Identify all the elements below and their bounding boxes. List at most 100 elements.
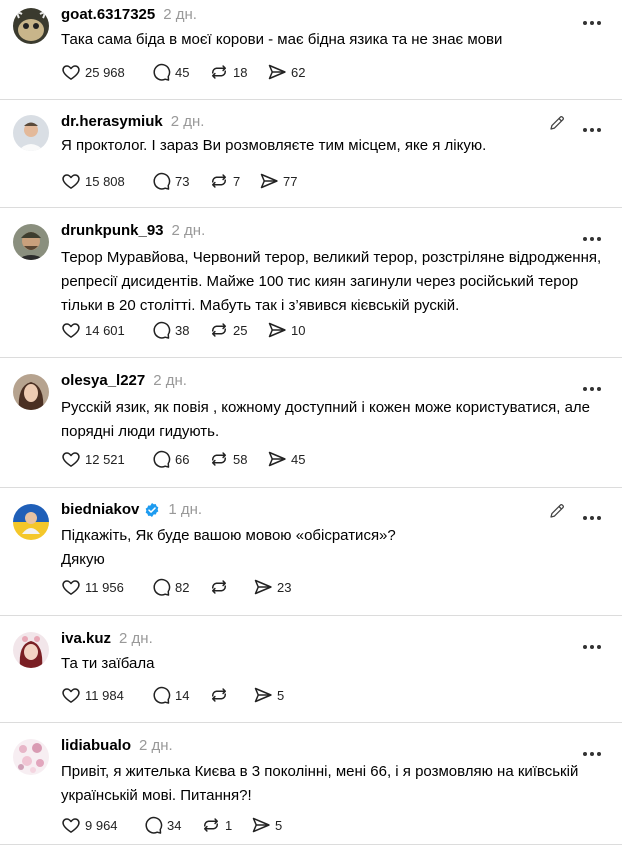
like-button[interactable]: 9 964 (61, 815, 143, 835)
edit-pencil-icon[interactable] (548, 502, 566, 525)
comment-icon (151, 685, 171, 705)
post-actions: 9 964 34 1 5 (61, 815, 301, 835)
username-link[interactable]: olesya_l227 (61, 372, 145, 389)
share-button[interactable]: 77 (259, 171, 317, 191)
username-link[interactable]: dr.herasymiuk (61, 113, 163, 130)
reply-post[interactable]: goat.6317325 2 дн. Така сама біда в моєї к… (0, 0, 622, 100)
share-button[interactable]: 62 (267, 62, 325, 82)
comment-icon (151, 577, 171, 597)
like-button[interactable]: 15 808 (61, 171, 151, 191)
post-timestamp[interactable]: 2 дн. (163, 6, 197, 23)
reply-button[interactable]: 73 (151, 171, 209, 191)
username-link[interactable]: goat.6317325 (61, 6, 155, 23)
share-count: 62 (291, 64, 306, 80)
send-icon (251, 815, 271, 835)
repost-icon (209, 449, 229, 469)
repost-button[interactable] (209, 577, 253, 597)
avatar[interactable] (13, 115, 49, 151)
post-timestamp[interactable]: 2 дн. (172, 222, 206, 239)
reply-button[interactable]: 38 (151, 320, 209, 340)
avatar[interactable] (13, 739, 49, 775)
username-link[interactable]: iva.kuz (61, 630, 111, 647)
reply-button[interactable]: 66 (151, 449, 209, 469)
reply-button[interactable]: 34 (143, 815, 201, 835)
reply-button[interactable]: 82 (151, 577, 209, 597)
reply-post[interactable]: iva.kuz 2 дн. Та ти заїбала 11 984 14 5 (0, 616, 622, 723)
share-count: 5 (277, 687, 285, 703)
send-icon (253, 577, 273, 597)
repost-button[interactable]: 18 (209, 62, 267, 82)
comment-icon (151, 171, 171, 191)
repost-icon (209, 62, 229, 82)
avatar[interactable] (13, 632, 49, 668)
post-actions: 11 956 82 23 (61, 577, 311, 597)
repost-button[interactable]: 58 (209, 449, 267, 469)
share-button[interactable]: 5 (251, 815, 301, 835)
repost-count: 25 (233, 322, 248, 338)
share-button[interactable]: 45 (267, 449, 325, 469)
like-count: 11 984 (85, 687, 124, 703)
avatar[interactable] (13, 374, 49, 410)
post-header: iva.kuz 2 дн. (61, 630, 153, 647)
reply-post[interactable]: drunkpunk_93 2 дн. Терор Муравйова, Червон… (0, 208, 622, 358)
avatar[interactable] (13, 504, 49, 540)
post-timestamp[interactable]: 2 дн. (139, 737, 173, 754)
post-timestamp[interactable]: 2 дн. (171, 113, 205, 130)
reply-post[interactable]: dr.herasymiuk 2 дн. Я проктолог. І зараз В… (0, 100, 622, 208)
post-actions: 14 601 38 25 10 (61, 320, 325, 340)
post-text: Така сама біда в моєї корови - має бідна… (61, 31, 503, 48)
reply-post[interactable]: biedniakov 1 дн. Підкажіть, Як буде вашою … (0, 488, 622, 616)
post-header: dr.herasymiuk 2 дн. (61, 113, 204, 130)
username-link[interactable]: lidiabualo (61, 737, 131, 754)
post-timestamp[interactable]: 1 дн. (168, 501, 202, 518)
more-options-icon[interactable] (582, 379, 602, 397)
avatar[interactable] (13, 224, 49, 260)
like-count: 11 956 (85, 579, 124, 595)
repost-button[interactable]: 7 (209, 171, 259, 191)
share-count: 23 (277, 579, 292, 595)
repost-button[interactable]: 1 (201, 815, 251, 835)
send-icon (267, 449, 287, 469)
post-text: Терор Муравйова, Червоний терор, великий… (61, 249, 602, 314)
repost-icon (209, 320, 229, 340)
reply-button[interactable]: 14 (151, 685, 209, 705)
share-button[interactable]: 10 (267, 320, 325, 340)
heart-icon (61, 685, 81, 705)
share-button[interactable]: 5 (253, 685, 303, 705)
repost-count: 58 (233, 451, 248, 467)
post-timestamp[interactable]: 2 дн. (119, 630, 153, 647)
username-link[interactable]: biedniakov (61, 501, 139, 518)
replies-feed: goat.6317325 2 дн. Така сама біда в моєї к… (0, 0, 622, 845)
repost-icon (209, 685, 229, 705)
like-count: 14 601 (85, 322, 125, 338)
post-header: lidiabualo 2 дн. (61, 737, 173, 754)
more-options-icon[interactable] (582, 229, 602, 247)
repost-button[interactable] (209, 685, 253, 705)
like-button[interactable]: 11 956 (61, 577, 151, 597)
like-button[interactable]: 12 521 (61, 449, 151, 469)
reply-count: 14 (175, 687, 190, 703)
repost-count: 7 (233, 173, 241, 189)
send-icon (267, 320, 287, 340)
like-button[interactable]: 11 984 (61, 685, 151, 705)
reply-post[interactable]: olesya_l227 2 дн. Русскій язик, як повія ,… (0, 358, 622, 488)
comment-icon (151, 449, 171, 469)
username-link[interactable]: drunkpunk_93 (61, 222, 164, 239)
reply-post[interactable]: lidiabualo 2 дн. Привіт, я жителька Києва … (0, 723, 622, 845)
heart-icon (61, 62, 81, 82)
post-timestamp[interactable]: 2 дн. (153, 372, 187, 389)
repost-button[interactable]: 25 (209, 320, 267, 340)
share-count: 45 (291, 451, 306, 467)
comment-icon (151, 320, 171, 340)
like-button[interactable]: 25 968 (61, 62, 151, 82)
reply-button[interactable]: 45 (151, 62, 209, 82)
post-actions: 15 808 73 7 77 (61, 171, 317, 191)
reply-count: 66 (175, 451, 190, 467)
repost-icon (201, 815, 221, 835)
like-button[interactable]: 14 601 (61, 320, 151, 340)
share-button[interactable]: 23 (253, 577, 311, 597)
heart-icon (61, 577, 81, 597)
reply-count: 45 (175, 64, 190, 80)
avatar[interactable] (13, 8, 49, 44)
heart-icon (61, 449, 81, 469)
